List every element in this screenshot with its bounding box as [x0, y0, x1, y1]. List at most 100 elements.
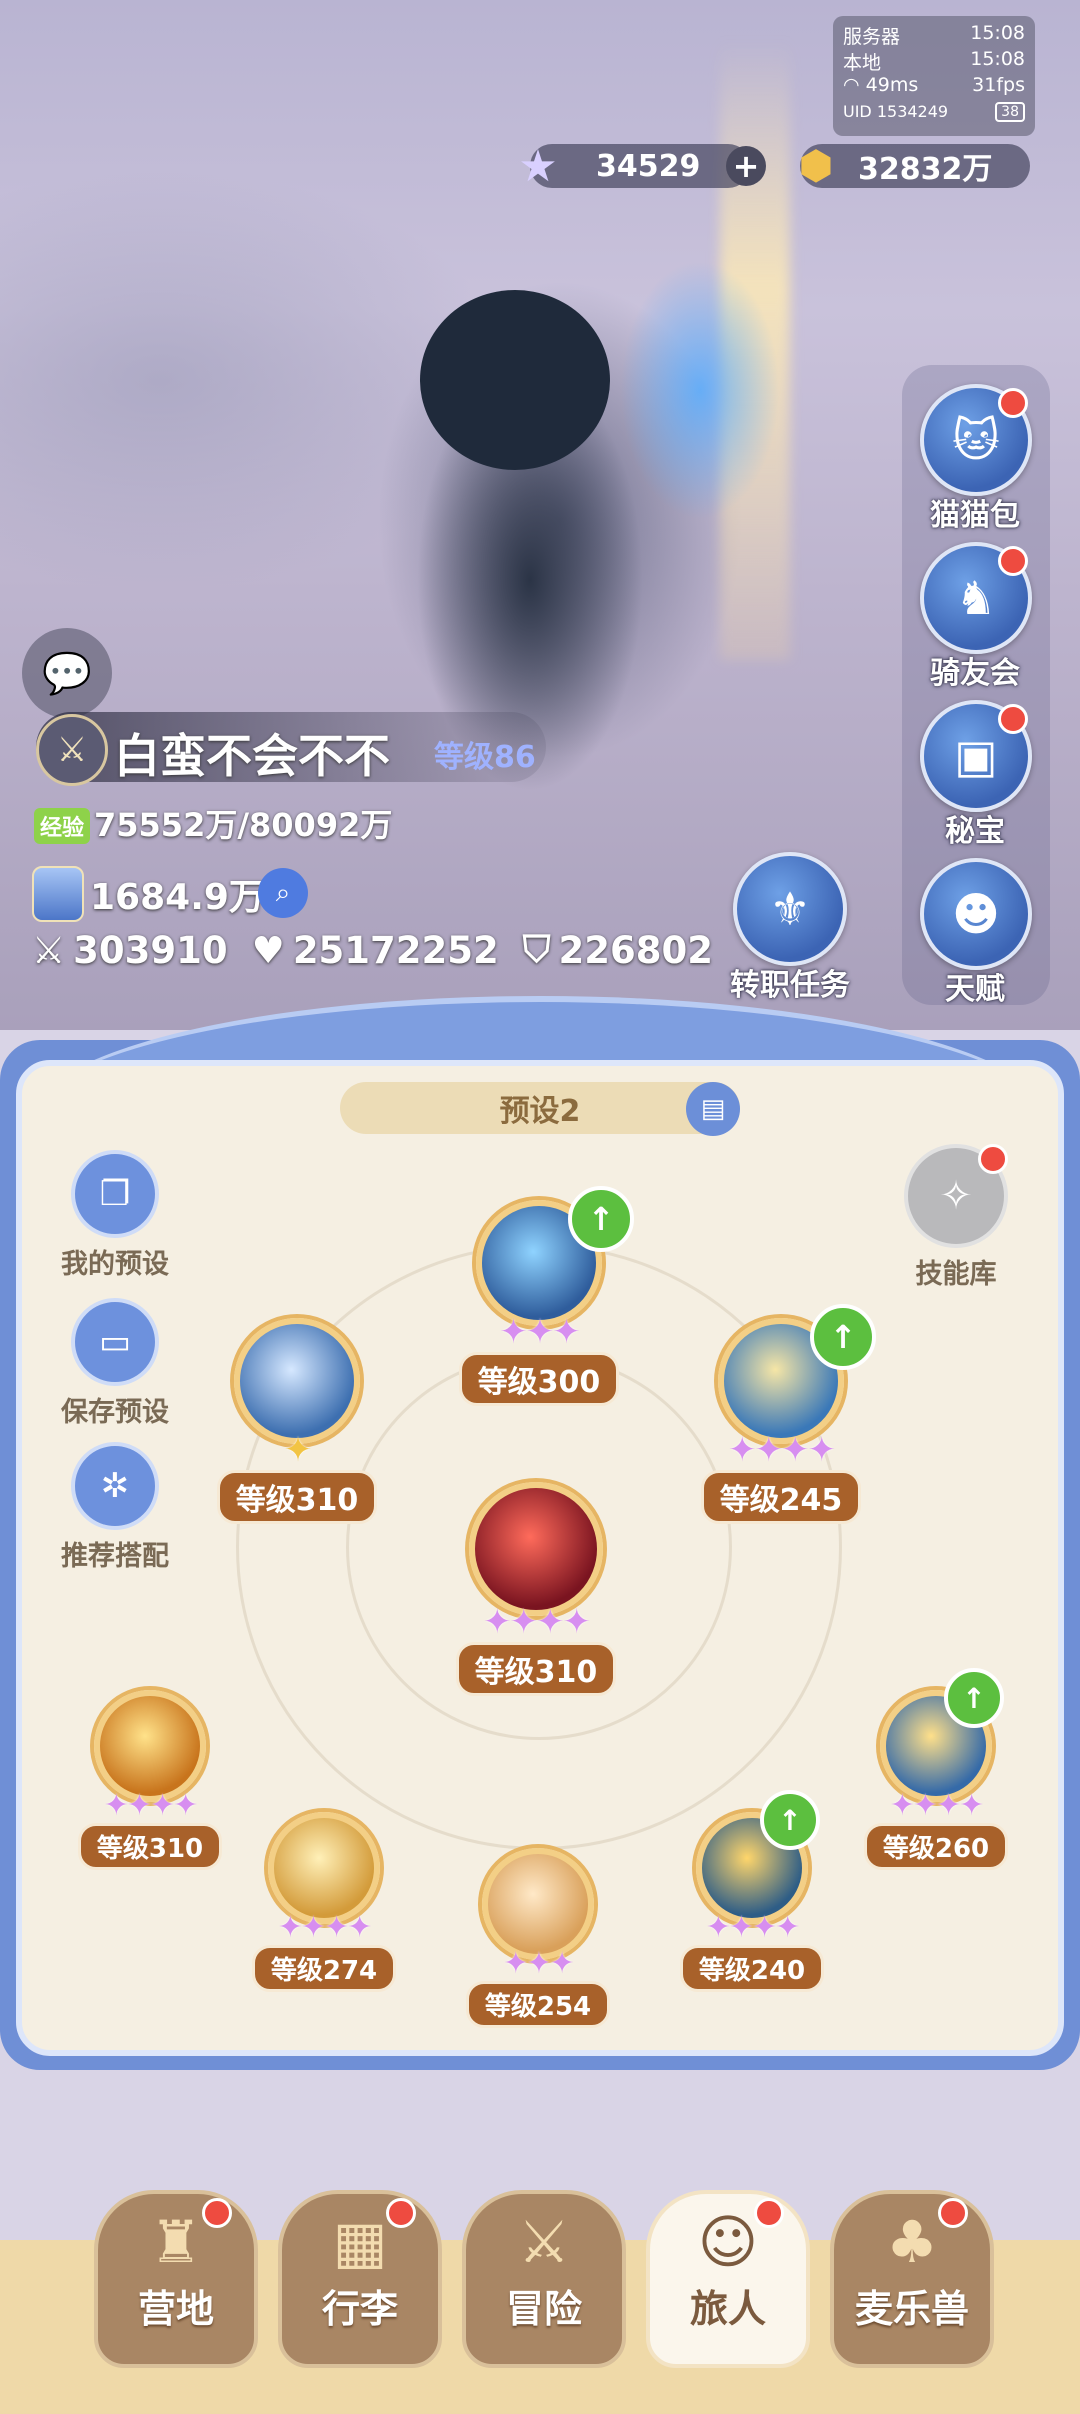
skill-slot-8[interactable]: ✦✦✦✦ 等级240 ↑ — [672, 1790, 832, 1992]
player-name-bar: ⚔ 白蛮不会不不 等级86 — [36, 712, 546, 786]
skill-stars: ✦ — [283, 1430, 313, 1470]
upgrade-arrow-icon: ↑ — [944, 1668, 1004, 1728]
skill-orb-icon — [94, 1690, 206, 1802]
skill-level: 等级260 — [863, 1823, 1009, 1870]
skill-slot-1[interactable]: ✦✦✦ 等级300 ↑ — [444, 1186, 634, 1406]
tab-luggage-label: 行李 — [321, 2287, 398, 2331]
side-label-treasure: 秘宝 — [945, 814, 1005, 849]
battery-icon: 38 — [995, 102, 1025, 122]
local-time: 15:08 — [970, 48, 1025, 70]
uid-text: UID 1534249 — [843, 102, 949, 121]
gold-coin-icon: ⬢ — [798, 143, 834, 189]
skill-slot-4[interactable]: ✦✦✦✦ 等级310 — [436, 1482, 636, 1696]
skill-level: 等级254 — [465, 1981, 611, 2028]
recommend-loadout-button[interactable]: ✲ 推荐搭配 — [40, 1442, 190, 1573]
side-button-treasure[interactable]: ▣ 秘宝 — [920, 700, 1032, 850]
combat-power: 1684.9万 — [90, 877, 265, 918]
attack-value: 303910 — [73, 928, 228, 972]
upgrade-arrow-icon: ↑ — [810, 1304, 876, 1370]
skill-level: 等级240 — [679, 1945, 825, 1992]
skill-orb-icon — [234, 1318, 360, 1444]
side-button-cat-bag[interactable]: 🐱 猫猫包 — [920, 384, 1032, 534]
tab-luggage[interactable]: ▦ 行李 — [278, 2190, 442, 2368]
skill-slot-9[interactable]: ✦✦✦✦ 等级260 ↑ — [856, 1668, 1016, 1870]
exp-tag: 经验 — [34, 808, 91, 844]
fps-value: 31fps — [972, 74, 1025, 96]
side-button-talent[interactable]: ☻ 天赋 — [920, 858, 1032, 1008]
system-status-box: 服务器 15:08 本地 15:08 ◠ 49ms 31fps UID 1534… — [833, 16, 1035, 136]
chat-bubble-icon: 💬 — [42, 650, 92, 697]
wifi-icon: ◠ — [843, 74, 860, 96]
attack-swords-icon: ⚔ — [32, 928, 66, 972]
tab-adventure[interactable]: ⚔ 冒险 — [462, 2190, 626, 2368]
heart-icon: ♥ — [251, 928, 285, 972]
notification-dot — [998, 388, 1028, 418]
notification-dot — [202, 2198, 232, 2228]
tab-adventure-label: 冒险 — [505, 2287, 582, 2331]
chat-button[interactable]: 💬 — [22, 628, 112, 718]
ping-value: 49ms — [865, 74, 919, 96]
quest-scroll-icon: ⚜ — [733, 852, 847, 966]
notification-dot — [386, 2198, 416, 2228]
skill-stars: ✦✦✦✦ — [728, 1430, 836, 1470]
skill-stars: ✦✦✦✦ — [277, 1910, 373, 1945]
job-change-quest-button[interactable]: ⚜ 转职任务 — [722, 852, 858, 1004]
preset-book-icon[interactable]: ▤ — [686, 1082, 740, 1136]
server-label: 服务器 — [843, 26, 901, 48]
player-name: 白蛮不会不不 — [114, 729, 390, 783]
side-label-cat-bag: 猫猫包 — [930, 498, 1020, 533]
preset-name-pill[interactable]: 预设2 — [340, 1082, 740, 1134]
skill-stars: ✦✦✦ — [499, 1312, 580, 1352]
tab-camp[interactable]: ♜ 营地 — [94, 2190, 258, 2368]
tab-creature[interactable]: ♣ 麦乐兽 — [830, 2190, 994, 2368]
tab-creature-label: 麦乐兽 — [854, 2287, 969, 2331]
recommend-icon: ✲ — [71, 1442, 159, 1530]
skill-level: 等级310 — [216, 1470, 378, 1524]
skill-level: 等级300 — [458, 1352, 620, 1406]
skill-slot-2[interactable]: ✦ 等级310 — [202, 1318, 392, 1524]
skill-stars: ✦✦✦ — [503, 1946, 574, 1981]
brain-head-icon: ☻ — [920, 858, 1032, 970]
skill-stars: ✦✦✦✦ — [483, 1602, 591, 1642]
add-currency-button[interactable]: + — [726, 146, 766, 186]
defense-shield-icon: ⛉ — [522, 928, 551, 971]
side-button-riders-club[interactable]: ♞ 骑友会 — [920, 542, 1032, 692]
tab-traveler[interactable]: ☺ 旅人 — [646, 2190, 810, 2368]
my-presets-label: 我的预设 — [61, 1249, 169, 1280]
shield-power-icon — [32, 866, 84, 922]
upgrade-arrow-icon: ↑ — [568, 1186, 634, 1252]
preset-cards-icon: ❐ — [71, 1150, 159, 1238]
player-stats: ⚔ 303910 ♥ 25172252 ⛉ 226802 — [32, 928, 713, 972]
side-label-riders-club: 骑友会 — [930, 656, 1020, 691]
skill-stars: ✦✦✦✦ — [705, 1910, 801, 1945]
skill-slot-7[interactable]: ✦✦✦ 等级254 — [458, 1848, 618, 2028]
skill-library-label: 技能库 — [915, 1259, 997, 1290]
skill-slot-5[interactable]: ✦✦✦✦ 等级310 — [70, 1690, 230, 1870]
tab-traveler-label: 旅人 — [689, 2287, 766, 2331]
notification-dot — [998, 546, 1028, 576]
tab-camp-label: 营地 — [137, 2287, 214, 2331]
notification-dot — [938, 2198, 968, 2228]
save-preset-button[interactable]: ▭ 保存预设 — [40, 1298, 190, 1429]
skill-slot-6[interactable]: ✦✦✦✦ 等级274 — [244, 1812, 404, 1992]
skill-level: 等级310 — [77, 1823, 223, 1870]
local-label: 本地 — [843, 52, 882, 74]
player-character-head — [420, 290, 610, 470]
player-level: 等级86 — [434, 740, 536, 775]
notification-dot — [754, 2198, 784, 2228]
skill-level: 等级310 — [455, 1642, 617, 1696]
hp-value: 25172252 — [292, 928, 499, 972]
quest-label: 转职任务 — [730, 968, 850, 1003]
skill-slot-3[interactable]: ✦✦✦✦ 等级245 ↑ — [686, 1304, 876, 1524]
skill-level: 等级245 — [700, 1470, 862, 1524]
my-presets-button[interactable]: ❐ 我的预设 — [40, 1150, 190, 1281]
save-disk-icon: ▭ — [71, 1298, 159, 1386]
notification-dot — [978, 1144, 1008, 1174]
notification-dot — [998, 704, 1028, 734]
search-icon[interactable]: ⌕ — [258, 868, 308, 918]
gems-bar: 34529 — [530, 144, 750, 188]
server-time: 15:08 — [970, 22, 1025, 44]
skill-orb-icon — [268, 1812, 380, 1924]
skill-library-button[interactable]: ✧ 技能库 — [896, 1144, 1016, 1291]
upgrade-arrow-icon: ↑ — [760, 1790, 820, 1850]
